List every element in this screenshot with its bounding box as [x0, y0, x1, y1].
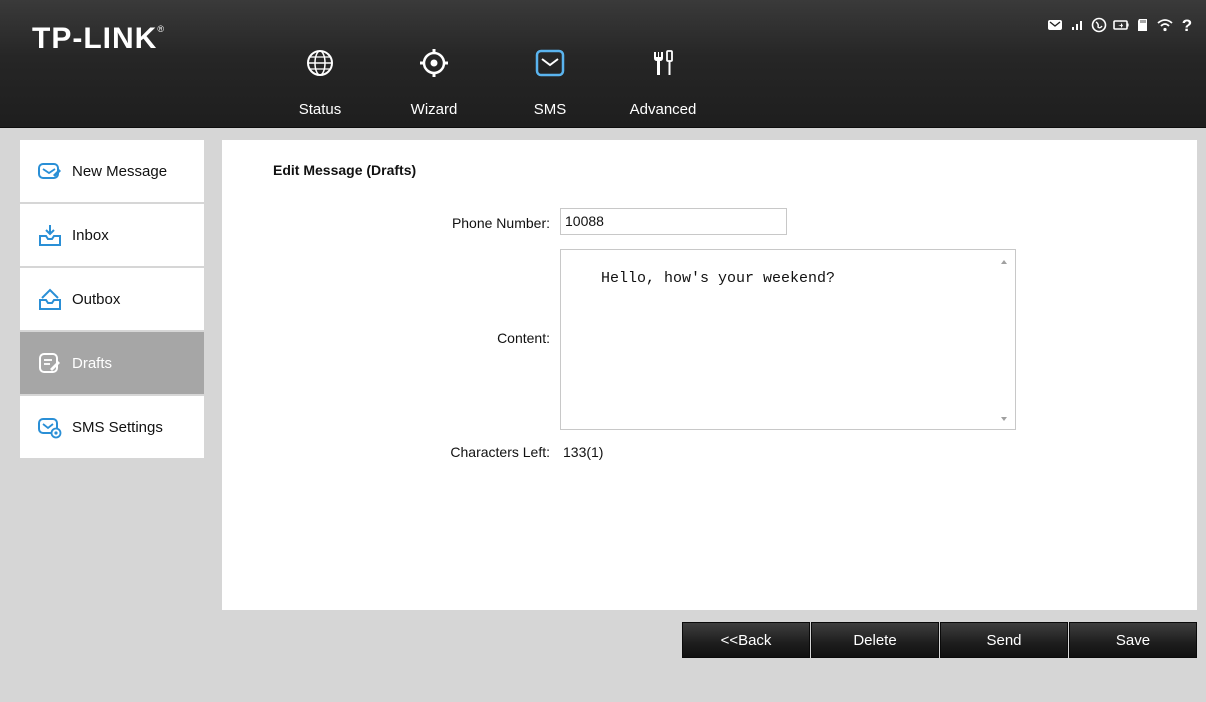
envelope-icon — [535, 49, 565, 77]
sidebar-item-sms-settings[interactable]: SMS Settings — [20, 396, 204, 460]
outbox-icon — [39, 288, 61, 310]
sms-sidebar: New Message Inbox Outbox Drafts SMS Sett… — [20, 140, 204, 460]
nav-label: Status — [298, 101, 342, 118]
battery-icon — [1113, 20, 1129, 30]
sidebar-item-new-message[interactable]: New Message — [20, 140, 204, 204]
nav-status[interactable]: Status — [275, 48, 365, 128]
drafts-icon — [39, 353, 60, 373]
sidebar-item-label: SMS Settings — [72, 418, 163, 436]
globe-icon — [307, 50, 333, 76]
nav-advanced[interactable]: Advanced — [618, 48, 708, 128]
action-buttons: <<Back Delete Send Save — [682, 622, 1198, 658]
sidebar-item-label: New Message — [72, 162, 168, 180]
phone-number-label: Phone Number: — [451, 215, 550, 231]
send-button[interactable]: Send — [940, 622, 1068, 658]
sidebar-item-label: Outbox — [72, 290, 121, 308]
sidebar-item-outbox[interactable]: Outbox — [20, 268, 204, 332]
signal-icon — [1072, 21, 1082, 30]
sd-card-icon — [1138, 19, 1147, 31]
panel-title: Edit Message (Drafts) — [273, 162, 417, 178]
nav-sms[interactable]: SMS — [505, 48, 595, 128]
scroll-up-arrow[interactable] — [1001, 260, 1007, 264]
top-header: TP-LINK® Status Wizard SMS Advanced ? — [0, 0, 1206, 128]
sidebar-item-drafts[interactable]: Drafts — [20, 332, 204, 396]
content-label: Content: — [497, 330, 550, 346]
sidebar-item-label: Inbox — [72, 226, 109, 244]
scroll-down-arrow[interactable] — [1001, 417, 1007, 421]
inbox-icon — [39, 225, 61, 246]
new-message-icon — [38, 163, 61, 179]
nav-label: Wizard — [410, 101, 458, 118]
delete-button[interactable]: Delete — [811, 622, 939, 658]
gear-icon — [420, 49, 448, 77]
sidebar-item-inbox[interactable]: Inbox — [20, 204, 204, 268]
message-icon[interactable] — [1046, 16, 1064, 34]
back-button[interactable]: <<Back — [682, 622, 810, 658]
characters-left-label: Characters Left: — [450, 444, 550, 460]
content-textarea[interactable]: Hello, how's your weekend? — [560, 249, 1016, 430]
characters-left-value: 133(1) — [563, 444, 604, 460]
nav-label: Advanced — [629, 101, 697, 118]
nav-wizard[interactable]: Wizard — [389, 48, 479, 128]
sms-settings-icon — [38, 418, 62, 439]
tp-link-logo: TP-LINK® — [32, 22, 165, 55]
help-icon[interactable]: ? — [1178, 16, 1196, 34]
save-button[interactable]: Save — [1069, 622, 1197, 658]
svg-text:?: ? — [1182, 16, 1192, 34]
nav-label: SMS — [533, 101, 567, 118]
edit-message-panel: Edit Message (Drafts) Phone Number: 1008… — [222, 140, 1197, 610]
wifi-icon — [1157, 19, 1173, 32]
status-bar: ? — [1046, 14, 1196, 36]
phone-number-input[interactable]: 10088 — [560, 208, 787, 235]
content-text: Hello, how's your weekend? — [601, 270, 836, 287]
tools-icon — [654, 50, 673, 75]
sidebar-item-label: Drafts — [72, 354, 113, 372]
internet-icon — [1091, 17, 1107, 33]
